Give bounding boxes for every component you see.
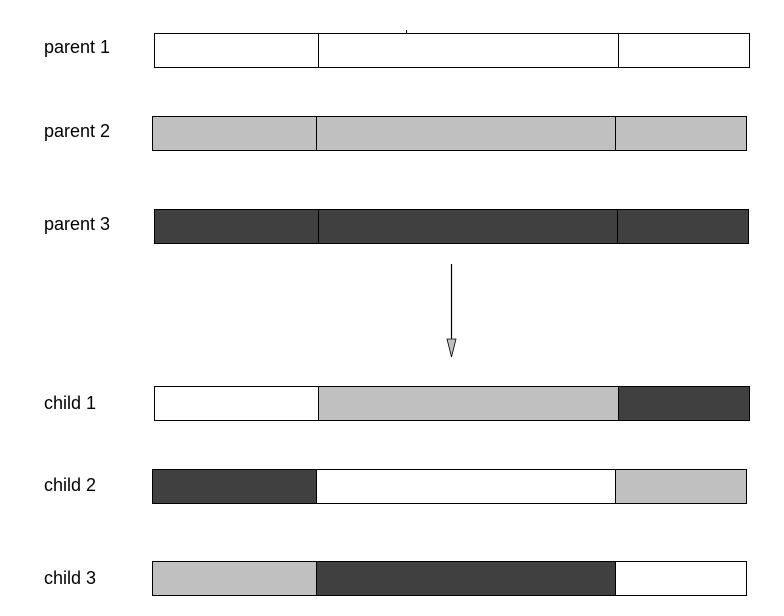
- parent-2-segment-1: [153, 117, 317, 150]
- child-1-segment-2: [318, 387, 618, 420]
- parent-3-segment-3: [616, 210, 748, 243]
- child-2-segment-1: [153, 470, 317, 503]
- child-2-label: child 2: [44, 475, 97, 495]
- parent-1-segment-2: [318, 34, 618, 67]
- child-1-chromosome: [154, 386, 750, 421]
- parent-3-chromosome: [154, 209, 749, 244]
- child-3-segment-1: [153, 562, 317, 595]
- parent-1-chromosome: [154, 33, 750, 68]
- parent-2-segment-3: [614, 117, 746, 150]
- child-2-segment-3: [614, 470, 746, 503]
- child-3-chromosome: [152, 561, 747, 596]
- parent-3-segment-1: [155, 210, 319, 243]
- child-1-segment-1: [155, 387, 319, 420]
- arrow-down-icon: [446, 264, 457, 358]
- child-3-label: child 3: [44, 568, 97, 588]
- child-1-segment-3: [617, 387, 749, 420]
- child-3-segment-3: [614, 562, 746, 595]
- child-2-chromosome: [152, 469, 747, 504]
- parent-2-chromosome: [152, 116, 747, 151]
- parent-2-segment-2: [316, 117, 615, 150]
- parent-3-label: parent 3: [44, 214, 111, 234]
- child-1-label: child 1: [44, 393, 97, 413]
- parent-1-segment-3: [617, 34, 749, 67]
- parent-3-segment-2: [318, 210, 617, 243]
- child-3-segment-2: [316, 562, 615, 595]
- child-2-segment-2: [316, 470, 615, 503]
- parent-2-label: parent 2: [44, 121, 111, 141]
- parent-1-segment-1: [155, 34, 319, 67]
- parent-1-label: parent 1: [44, 37, 111, 57]
- arrow-head: [446, 338, 457, 358]
